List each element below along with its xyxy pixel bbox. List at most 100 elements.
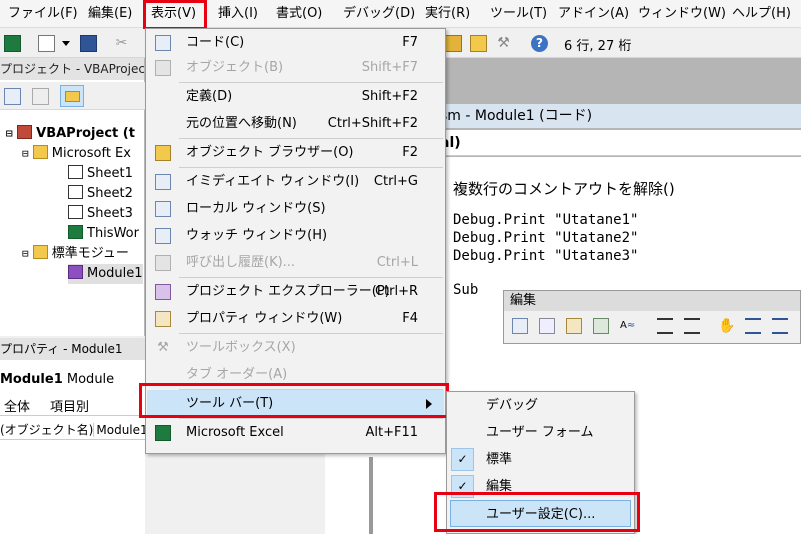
customize-highlight-box bbox=[434, 492, 640, 532]
immediate-window-icon bbox=[155, 174, 171, 190]
menu-item-shortcut: Ctrl+L bbox=[376, 255, 418, 270]
tree-item-label: Microsoft Ex bbox=[51, 146, 131, 161]
tab-all[interactable]: 全体 bbox=[4, 396, 30, 415]
menu-item-shortcut: Shift+F7 bbox=[361, 60, 418, 75]
view-menu-item-properties-window[interactable]: プロパティ ウィンドウ(W) F4 bbox=[147, 305, 444, 333]
view-menu-item-last-position[interactable]: 元の位置へ移動(N) Ctrl+Shift+F2 bbox=[147, 110, 444, 138]
object-icon bbox=[155, 60, 171, 76]
menu-run[interactable]: 実行(R) bbox=[425, 0, 470, 28]
vba-project-icon bbox=[17, 125, 33, 139]
properties-row[interactable]: (オブジェクト名) Module1 bbox=[0, 420, 145, 440]
properties-tabs: 全体 項目別 bbox=[0, 394, 145, 416]
menu-item-label: ツールボックス(X) bbox=[186, 340, 296, 355]
collapse-icon[interactable]: ⊟ bbox=[22, 147, 29, 160]
view-menu-item-code[interactable]: コード(C) F7 bbox=[147, 29, 444, 57]
list-constants-icon[interactable] bbox=[539, 318, 555, 334]
tab-category[interactable]: 項目別 bbox=[50, 396, 89, 415]
menu-item-shortcut: Ctrl+G bbox=[373, 174, 418, 189]
tree-item-sheet2[interactable]: Sheet2 bbox=[68, 184, 133, 204]
view-menu-item-immediate-window[interactable]: イミディエイト ウィンドウ(I) Ctrl+G bbox=[147, 168, 444, 196]
collapse-icon[interactable]: ⊟ bbox=[6, 127, 13, 140]
view-menu-item-microsoft-excel[interactable]: Microsoft Excel Alt+F11 bbox=[147, 419, 444, 447]
code-window-title: sm - Module1 (コード) bbox=[440, 104, 801, 128]
view-menu-item-locals-window[interactable]: ローカル ウィンドウ(S) bbox=[147, 195, 444, 223]
tree-item-thisworkbook[interactable]: ThisWor bbox=[68, 224, 139, 244]
complete-word-icon[interactable]: A≈ bbox=[620, 318, 636, 334]
edit-toolbar[interactable]: 編集 A≈ ✋ bbox=[503, 290, 801, 344]
insert-form-icon[interactable] bbox=[38, 35, 55, 52]
toolbars-highlight-box bbox=[139, 383, 449, 418]
list-properties-icon[interactable] bbox=[512, 318, 528, 334]
menu-addins[interactable]: アドイン(A) bbox=[558, 0, 629, 28]
menu-edit[interactable]: 編集(E) bbox=[88, 0, 132, 28]
object-browser-toolbar-icon[interactable] bbox=[445, 35, 462, 52]
property-key: (オブジェクト名) bbox=[0, 423, 94, 437]
menu-bar: ファイル(F) 編集(E) 表示(V) 挿入(I) 書式(O) デバッグ(D) … bbox=[0, 0, 801, 28]
menu-item-shortcut: Alt+F11 bbox=[365, 425, 418, 440]
tree-item-label: VBAProject (t bbox=[36, 126, 135, 141]
menu-item-label: イミディエイト ウィンドウ(I) bbox=[186, 174, 360, 189]
submenu-item-standard[interactable]: ✓ 標準 bbox=[448, 446, 633, 473]
view-menu-item-object-browser[interactable]: オブジェクト ブラウザー(O) F2 bbox=[147, 139, 444, 167]
edit-toolbar-title[interactable]: 編集 bbox=[504, 291, 800, 311]
tree-item-label: 標準モジュー bbox=[51, 246, 129, 261]
collapse-icon[interactable]: ⊟ bbox=[22, 247, 29, 260]
view-menu-item-object[interactable]: オブジェクト(B) Shift+F7 bbox=[147, 54, 444, 82]
uncomment-block-icon[interactable] bbox=[772, 318, 788, 334]
tree-item-label: Sheet3 bbox=[87, 206, 133, 221]
toolbox-toolbar-icon[interactable]: ⚒ bbox=[495, 35, 512, 52]
menu-help[interactable]: ヘルプ(H) bbox=[732, 0, 791, 28]
toolbox-icon: ⚒ bbox=[157, 340, 169, 355]
indent-icon[interactable] bbox=[657, 318, 673, 334]
code-line-debug1[interactable]: Debug.Print "Utatane1" bbox=[453, 212, 638, 228]
check-icon: ✓ bbox=[451, 448, 474, 471]
tree-item-excel-objects[interactable]: ⊟ Microsoft Ex bbox=[22, 144, 131, 164]
procedure-combo[interactable]: al) bbox=[440, 130, 801, 156]
properties-object-selector[interactable]: Module1 Module bbox=[0, 372, 114, 387]
excel-view-icon[interactable] bbox=[4, 35, 21, 52]
tree-item-label: Module1 bbox=[87, 266, 143, 281]
save-icon[interactable] bbox=[80, 35, 97, 52]
code-line-debug3[interactable]: Debug.Print "Utatane3" bbox=[453, 248, 638, 264]
submenu-item-debug[interactable]: デバッグ bbox=[448, 392, 633, 419]
menu-format[interactable]: 書式(O) bbox=[276, 0, 322, 28]
menu-item-label: プロパティ ウィンドウ(W) bbox=[186, 311, 343, 326]
view-code-icon[interactable] bbox=[4, 88, 21, 105]
tree-item-vbaproject[interactable]: ⊟ VBAProject (t bbox=[6, 124, 135, 144]
cut-icon[interactable]: ✂ bbox=[113, 35, 130, 52]
view-menu-item-toolbox[interactable]: ⚒ ツールボックス(X) bbox=[147, 334, 444, 362]
menu-debug[interactable]: デバッグ(D) bbox=[343, 0, 415, 28]
tree-item-standard-modules[interactable]: ⊟ 標準モジュー bbox=[22, 244, 129, 264]
quick-info-icon[interactable] bbox=[566, 318, 582, 334]
view-object-icon[interactable] bbox=[32, 88, 49, 105]
project-explorer-icon bbox=[155, 284, 171, 300]
code-line-sub-name[interactable]: 複数行のコメントアウトを解除() bbox=[453, 178, 675, 199]
toggle-folders-button[interactable] bbox=[60, 85, 84, 107]
menu-insert[interactable]: 挿入(I) bbox=[218, 0, 258, 28]
code-line-end-sub[interactable]: Sub bbox=[453, 282, 478, 298]
submenu-item-userform[interactable]: ユーザー フォーム bbox=[448, 419, 633, 446]
tree-item-label: Sheet1 bbox=[87, 166, 133, 181]
parameter-info-icon[interactable] bbox=[593, 318, 609, 334]
code-line-debug2[interactable]: Debug.Print "Utatane2" bbox=[453, 230, 638, 246]
menu-file[interactable]: ファイル(F) bbox=[8, 0, 78, 28]
help-icon[interactable]: ? bbox=[531, 35, 548, 52]
property-value: Module1 bbox=[93, 423, 145, 437]
tree-item-module1[interactable]: Module1 bbox=[68, 264, 143, 284]
folder-icon bbox=[32, 245, 48, 259]
comment-block-icon[interactable] bbox=[745, 318, 761, 334]
view-menu-item-project-explorer[interactable]: プロジェクト エクスプローラー(P) Ctrl+R bbox=[147, 278, 444, 306]
dropdown-arrow-icon[interactable] bbox=[62, 41, 70, 46]
tree-item-sheet1[interactable]: Sheet1 bbox=[68, 164, 133, 184]
menu-item-label: Microsoft Excel bbox=[186, 425, 284, 440]
tree-item-sheet3[interactable]: Sheet3 bbox=[68, 204, 133, 224]
explorer-toolbar-icon[interactable] bbox=[470, 35, 487, 52]
toggle-breakpoint-icon[interactable]: ✋ bbox=[718, 318, 735, 334]
view-menu-item-watch-window[interactable]: ウォッチ ウィンドウ(H) bbox=[147, 222, 444, 250]
menu-window[interactable]: ウィンドウ(W) bbox=[638, 0, 726, 28]
outdent-icon[interactable] bbox=[684, 318, 700, 334]
view-menu-item-definition[interactable]: 定義(D) Shift+F2 bbox=[147, 83, 444, 111]
menu-tools[interactable]: ツール(T) bbox=[490, 0, 547, 28]
view-menu-item-call-stack[interactable]: 呼び出し履歴(K)... Ctrl+L bbox=[147, 249, 444, 277]
module-icon bbox=[68, 265, 83, 279]
